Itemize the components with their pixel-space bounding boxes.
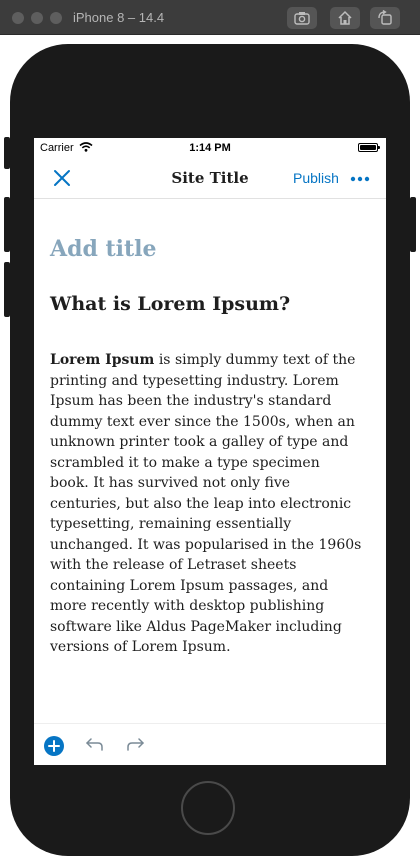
screenshot-button[interactable]: [287, 7, 317, 29]
screenshot-icon: [294, 12, 310, 25]
redo-icon[interactable]: [126, 738, 144, 752]
more-icon[interactable]: [350, 176, 370, 182]
paragraph-text: is simply dummy text of the printing and…: [50, 352, 362, 655]
window-zoom-button[interactable]: [50, 12, 62, 24]
undo-icon[interactable]: [86, 738, 104, 752]
add-block-icon[interactable]: [44, 736, 64, 756]
heading-block[interactable]: What is Lorem Ipsum?: [50, 291, 370, 317]
battery-level-fill: [360, 145, 376, 150]
volume-down-button: [4, 262, 10, 317]
simulator-titlebar: iPhone 8 – 14.4: [0, 0, 420, 35]
editor-content: Add title What is Lorem Ipsum? Lorem Ips…: [50, 234, 370, 658]
device-screen: Carrier 1:14 PM Site Title Publish Add t…: [34, 138, 386, 765]
battery-icon: [358, 143, 380, 152]
power-button: [410, 197, 416, 252]
rotate-button[interactable]: [370, 7, 400, 29]
device-home-button[interactable]: [181, 781, 235, 835]
volume-up-button: [4, 197, 10, 252]
status-time: 1:14 PM: [189, 142, 231, 154]
paragraph-bold-text: Lorem Ipsum: [50, 352, 155, 368]
home-button-toolbar[interactable]: [330, 7, 360, 29]
publish-button[interactable]: Publish: [293, 170, 339, 186]
simulator-title: iPhone 8 – 14.4: [73, 10, 165, 25]
mute-switch: [4, 137, 10, 169]
home-icon: [338, 10, 352, 25]
status-bar: Carrier 1:14 PM: [34, 138, 386, 158]
rotate-icon: [378, 10, 392, 25]
window-minimize-button[interactable]: [31, 12, 43, 24]
post-title-input[interactable]: Add title: [50, 234, 370, 264]
paragraph-block[interactable]: Lorem Ipsum is simply dummy text of the …: [50, 350, 362, 658]
editor-nav-bar: Site Title Publish: [34, 158, 386, 199]
editor-toolbar: [34, 723, 386, 765]
window-close-button[interactable]: [12, 12, 24, 24]
